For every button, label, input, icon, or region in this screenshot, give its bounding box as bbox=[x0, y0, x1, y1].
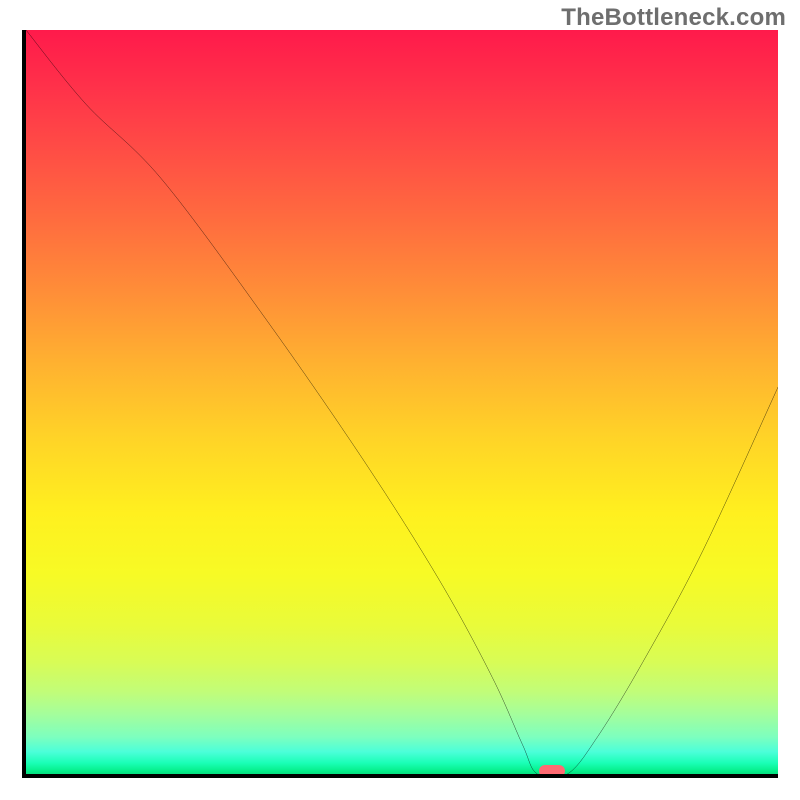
watermark-text: TheBottleneck.com bbox=[561, 4, 786, 32]
chart-container: TheBottleneck.com bbox=[0, 0, 800, 800]
optimal-marker bbox=[539, 765, 565, 777]
bottleneck-curve bbox=[26, 30, 778, 774]
plot-area bbox=[22, 30, 778, 778]
